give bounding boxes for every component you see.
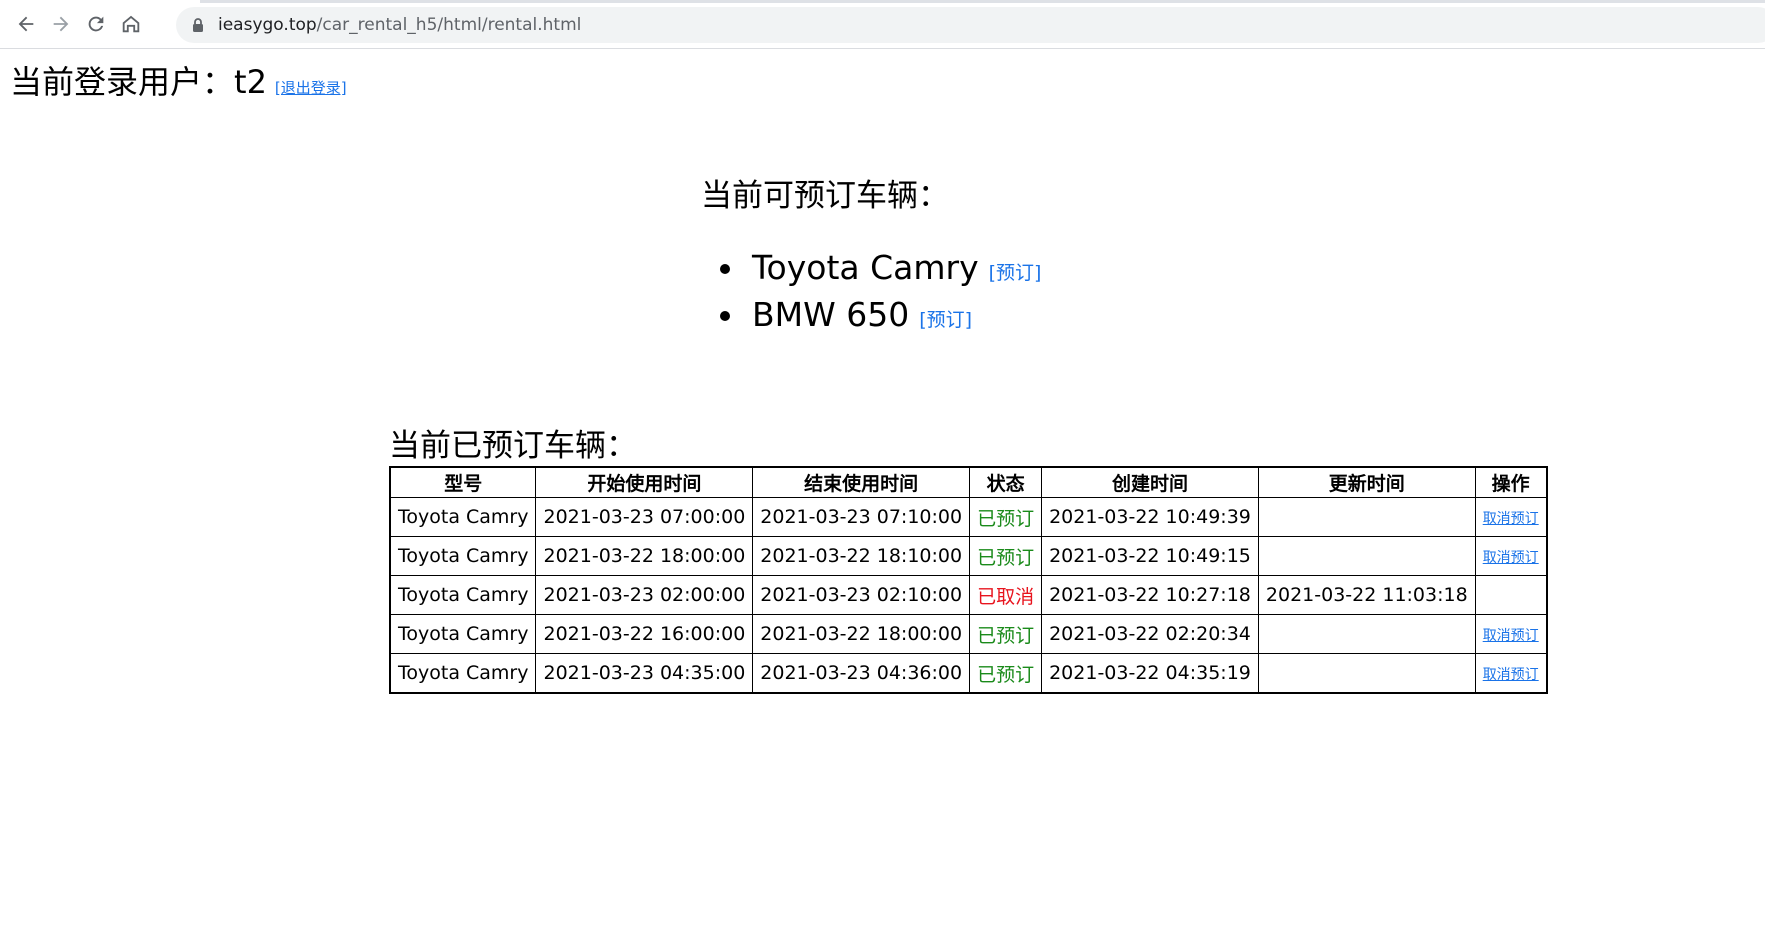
- table-row: Toyota Camry 2021-03-23 02:00:00 2021-03…: [389, 575, 1548, 615]
- cell-action: [1474, 575, 1548, 615]
- available-cars-list: Toyota Camry [预订] BMW 650 [预订]: [712, 247, 1041, 341]
- cell-created: 2021-03-22 10:49:39: [1041, 497, 1259, 537]
- list-item: BMW 650 [预订]: [712, 294, 1041, 341]
- forward-icon: [53, 16, 69, 32]
- cell-action: 取消预订: [1474, 536, 1548, 576]
- back-button[interactable]: [12, 10, 40, 38]
- current-user-label: 当前登录用户：: [10, 63, 235, 101]
- cell-model: Toyota Camry: [389, 497, 537, 537]
- cell-status: 已预订: [969, 653, 1043, 694]
- column-header-updated: 更新时间: [1257, 466, 1476, 498]
- cell-created: 2021-03-22 04:35:19: [1041, 653, 1259, 694]
- cell-model: Toyota Camry: [389, 614, 537, 654]
- cell-status: 已预订: [969, 536, 1043, 576]
- home-button[interactable]: [117, 10, 145, 38]
- cell-updated: 2021-03-22 11:03:18: [1257, 575, 1476, 615]
- column-header-status: 状态: [969, 466, 1043, 498]
- cell-start: 2021-03-22 18:00:00: [535, 536, 754, 576]
- current-user-name: t2: [234, 63, 267, 101]
- column-header-model: 型号: [389, 466, 537, 498]
- bullet-icon: [720, 264, 730, 274]
- table-row: Toyota Camry 2021-03-23 04:35:00 2021-03…: [389, 653, 1548, 694]
- reload-button[interactable]: [82, 10, 110, 38]
- list-item: Toyota Camry [预订]: [712, 247, 1041, 294]
- cell-start: 2021-03-22 16:00:00: [535, 614, 754, 654]
- cell-action: 取消预订: [1474, 614, 1548, 654]
- bullet-icon: [720, 311, 730, 321]
- cancel-reservation-link[interactable]: 取消预订: [1483, 550, 1539, 566]
- column-header-end: 结束使用时间: [752, 466, 971, 498]
- table-row: Toyota Camry 2021-03-22 16:00:00 2021-03…: [389, 614, 1548, 654]
- back-icon: [18, 16, 34, 32]
- cell-end: 2021-03-22 18:00:00: [752, 614, 971, 654]
- cell-created: 2021-03-22 10:49:15: [1041, 536, 1259, 576]
- cell-action: 取消预订: [1474, 497, 1548, 537]
- tab-strip-edge: [200, 0, 1765, 3]
- cell-updated: [1257, 536, 1476, 576]
- url-path: /car_rental_h5/html/rental.html: [316, 15, 582, 35]
- url-host: ieasygo.top: [218, 15, 317, 35]
- cell-status: 已取消: [969, 575, 1043, 615]
- browser-toolbar: ieasygo.top/car_rental_h5/html/rental.ht…: [0, 0, 1765, 49]
- url-text: ieasygo.top/car_rental_h5/html/rental.ht…: [218, 14, 581, 36]
- cell-end: 2021-03-23 02:10:00: [752, 575, 971, 615]
- column-header-start: 开始使用时间: [535, 466, 754, 498]
- table-header-row: 型号 开始使用时间 结束使用时间 状态 创建时间 更新时间 操作: [389, 466, 1548, 498]
- cell-model: Toyota Camry: [389, 575, 537, 615]
- cell-created: 2021-03-22 10:27:18: [1041, 575, 1259, 615]
- cancel-reservation-link[interactable]: 取消预订: [1483, 628, 1539, 644]
- forward-button[interactable]: [47, 10, 75, 38]
- cell-model: Toyota Camry: [389, 536, 537, 576]
- cancel-reservation-link[interactable]: 取消预订: [1483, 667, 1539, 683]
- cell-end: 2021-03-23 07:10:00: [752, 497, 971, 537]
- cell-updated: [1257, 614, 1476, 654]
- cell-status: 已预订: [969, 497, 1043, 537]
- booked-cars-table: 型号 开始使用时间 结束使用时间 状态 创建时间 更新时间 操作 Toyota …: [389, 466, 1548, 694]
- reserve-link[interactable]: [预订]: [919, 309, 972, 331]
- logout-link[interactable]: [退出登录]: [275, 79, 347, 97]
- cell-model: Toyota Camry: [389, 653, 537, 694]
- booked-cars-title: 当前已预订车辆：: [389, 428, 637, 464]
- lock-icon: [193, 18, 203, 32]
- cell-end: 2021-03-23 04:36:00: [752, 653, 971, 694]
- address-bar[interactable]: ieasygo.top/car_rental_h5/html/rental.ht…: [176, 7, 1765, 43]
- cell-updated: [1257, 497, 1476, 537]
- cell-start: 2021-03-23 07:00:00: [535, 497, 754, 537]
- car-name: BMW 650: [752, 295, 910, 334]
- available-cars-title: 当前可预订车辆：: [701, 178, 949, 214]
- column-header-created: 创建时间: [1041, 466, 1259, 498]
- cell-start: 2021-03-23 04:35:00: [535, 653, 754, 694]
- car-name: Toyota Camry: [752, 248, 979, 287]
- cell-start: 2021-03-23 02:00:00: [535, 575, 754, 615]
- table-row: Toyota Camry 2021-03-22 18:00:00 2021-03…: [389, 536, 1548, 576]
- cancel-reservation-link[interactable]: 取消预订: [1483, 511, 1539, 527]
- table-row: Toyota Camry 2021-03-23 07:00:00 2021-03…: [389, 497, 1548, 537]
- reload-icon: [88, 16, 104, 32]
- cell-created: 2021-03-22 02:20:34: [1041, 614, 1259, 654]
- cell-status: 已预订: [969, 614, 1043, 654]
- cell-updated: [1257, 653, 1476, 694]
- home-icon: [122, 15, 140, 33]
- cell-action: 取消预订: [1474, 653, 1548, 694]
- cell-end: 2021-03-22 18:10:00: [752, 536, 971, 576]
- reserve-link[interactable]: [预订]: [989, 262, 1042, 284]
- column-header-action: 操作: [1474, 466, 1548, 498]
- current-user: 当前登录用户：t2 [退出登录]: [10, 62, 347, 108]
